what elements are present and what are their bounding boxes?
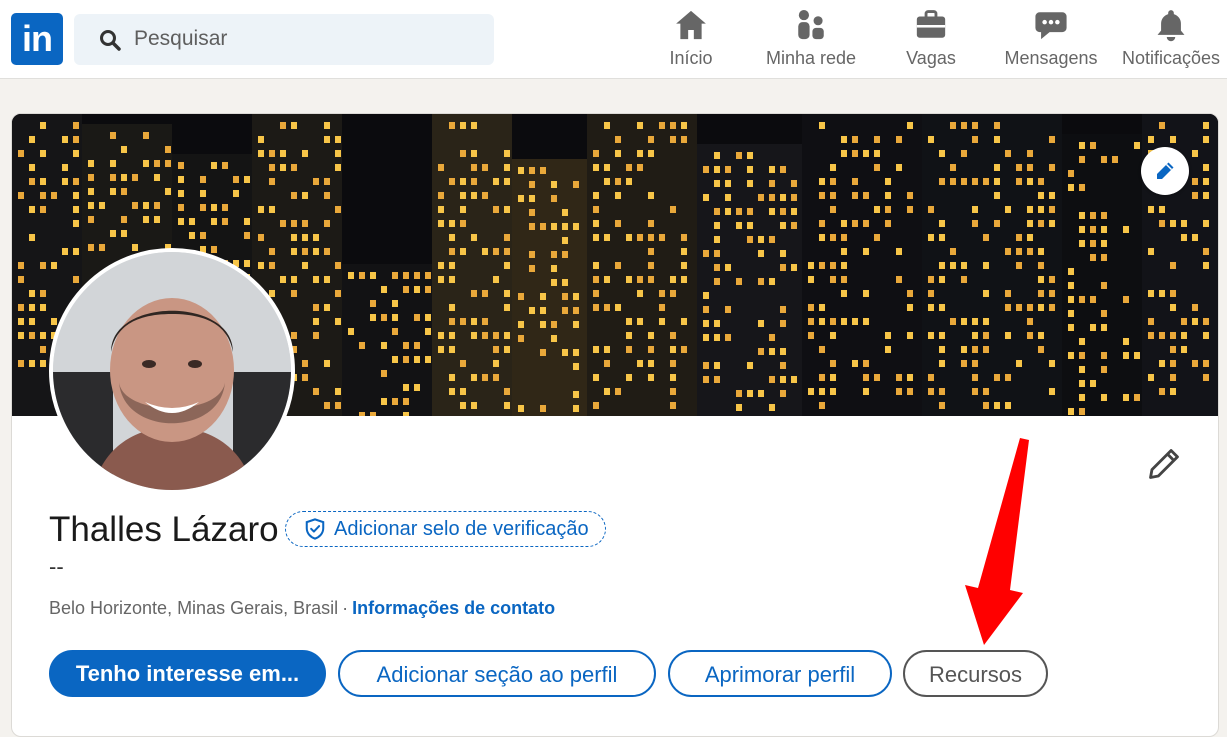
top-nav-bar: in Pesquisar Início Minha rede Vagas Men… xyxy=(0,0,1227,79)
person-avatar-image xyxy=(53,252,291,490)
add-profile-section-button[interactable]: Adicionar seção ao perfil xyxy=(338,650,656,697)
add-verification-badge-button[interactable]: Adicionar selo de verificação xyxy=(285,511,606,547)
edit-cover-button[interactable] xyxy=(1141,147,1189,195)
separator-dot: · xyxy=(342,598,349,618)
edit-intro-pencil-icon[interactable] xyxy=(1147,447,1181,481)
verification-badge-label: Adicionar selo de verificação xyxy=(334,518,589,540)
profile-name: Thalles Lázaro xyxy=(49,510,279,549)
nav-item-network[interactable]: Minha rede xyxy=(758,8,864,74)
nav-label-messages: Mensagens xyxy=(1004,48,1098,68)
pencil-icon xyxy=(1157,162,1174,179)
nav-label-network: Minha rede xyxy=(765,48,857,68)
search-input[interactable]: Pesquisar xyxy=(74,14,494,65)
linkedin-logo[interactable]: in xyxy=(11,13,63,65)
bell-icon xyxy=(1157,10,1185,42)
annotation-arrow-icon xyxy=(965,438,1029,645)
shield-check-icon xyxy=(305,518,325,540)
chat-icon xyxy=(1035,12,1067,40)
search-icon xyxy=(100,30,121,51)
interest-button[interactable]: Tenho interesse em... xyxy=(49,650,326,697)
nav-label-home: Início xyxy=(669,48,713,68)
nav-item-notifications[interactable]: Notificações xyxy=(1120,8,1222,74)
profile-photo[interactable] xyxy=(49,248,295,494)
resources-button[interactable]: Recursos xyxy=(903,650,1048,697)
nav-item-messages[interactable]: Mensagens xyxy=(1003,8,1099,74)
nav-label-notifications: Notificações xyxy=(1121,48,1221,68)
contact-info-link[interactable]: Informações de contato xyxy=(352,598,555,618)
search-placeholder: Pesquisar xyxy=(134,27,228,50)
nav-item-home[interactable]: Início xyxy=(651,8,731,74)
network-icon xyxy=(798,9,824,40)
profile-location-line: Belo Horizonte, Minas Gerais, Brasil · Inf… xyxy=(49,598,555,619)
nav-label-jobs: Vagas xyxy=(906,48,956,68)
profile-headline: -- xyxy=(49,554,64,579)
improve-profile-button[interactable]: Aprimorar perfil xyxy=(668,650,892,697)
briefcase-icon xyxy=(916,10,946,38)
nav-item-jobs[interactable]: Vagas xyxy=(891,8,971,74)
location-text: Belo Horizonte, Minas Gerais, Brasil xyxy=(49,598,339,618)
home-icon xyxy=(676,10,706,40)
